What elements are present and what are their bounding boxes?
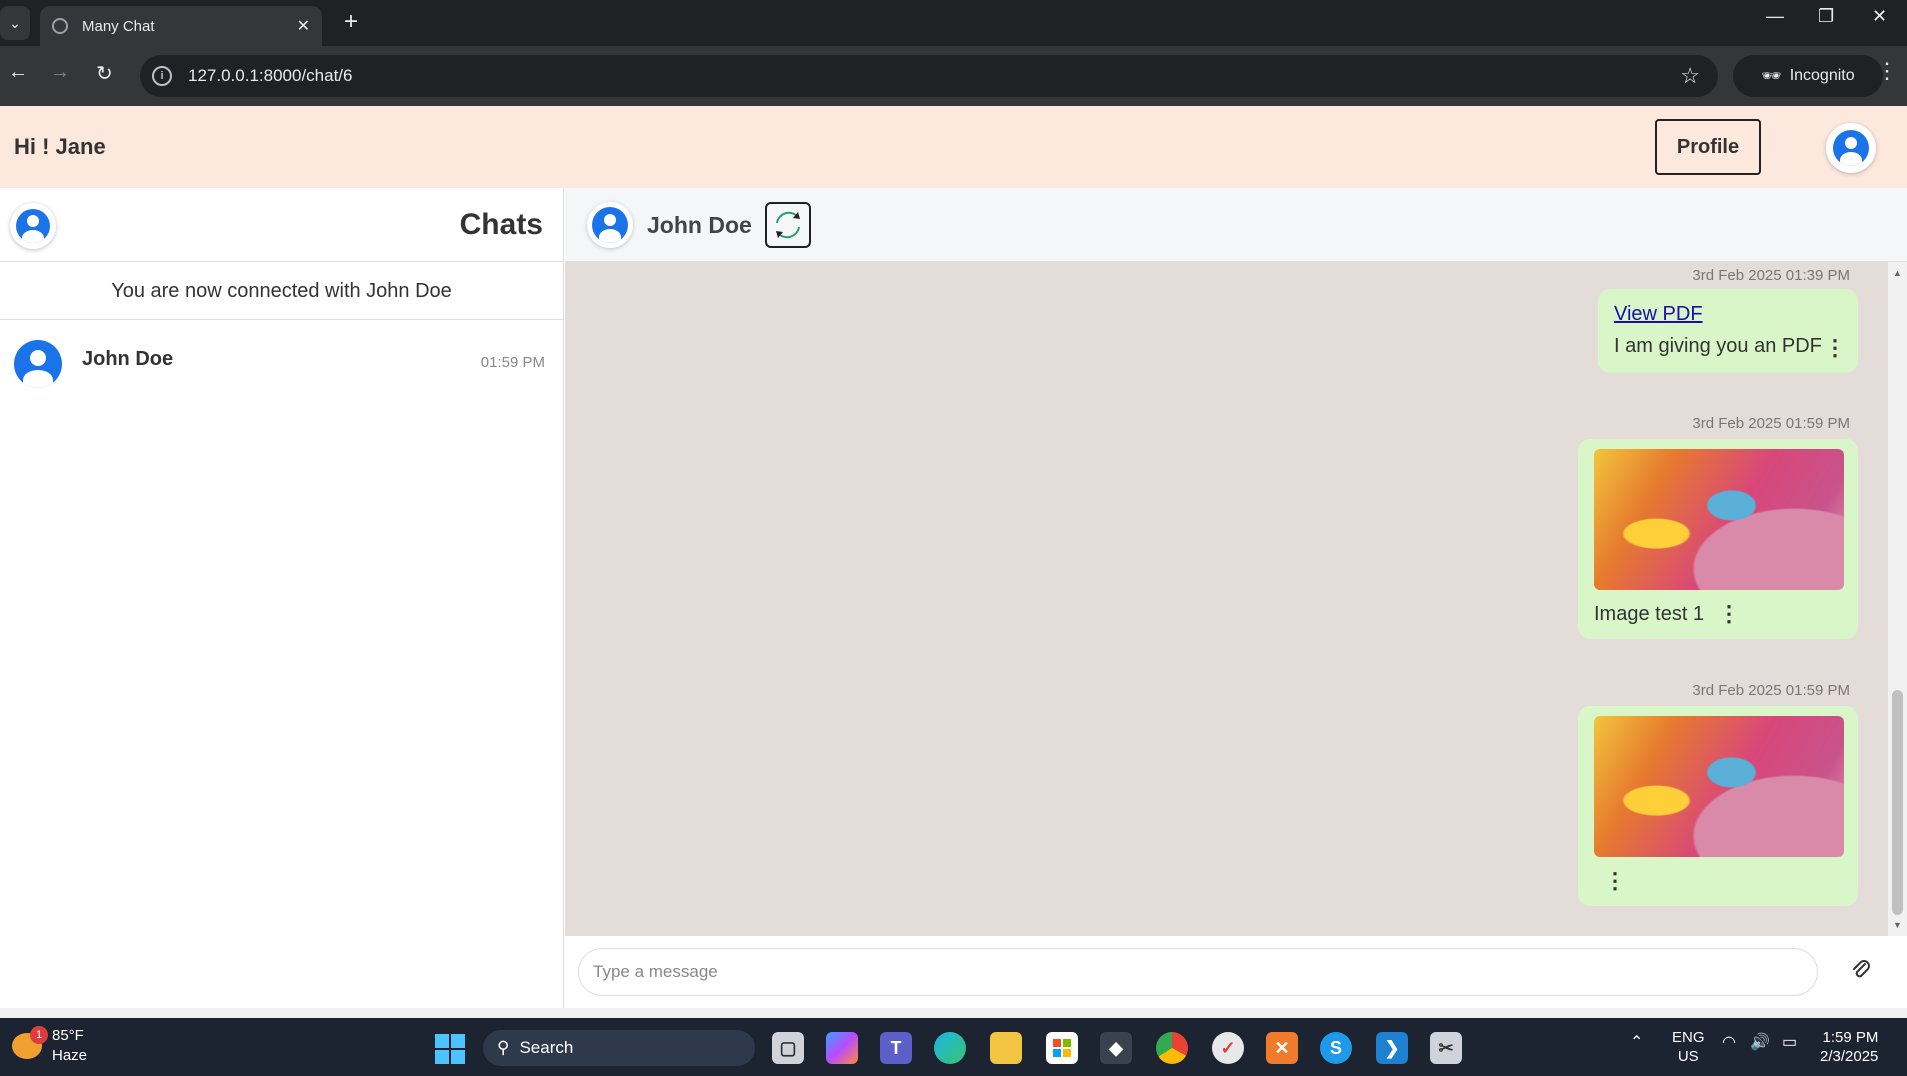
message-timestamp: 3rd Feb 2025 01:39 PM — [1692, 267, 1850, 284]
connected-message: You are now connected with John Doe — [0, 262, 563, 320]
close-tab-icon[interactable]: ✕ — [297, 16, 310, 36]
forward-icon[interactable]: → — [50, 61, 70, 84]
message-timestamp: 3rd Feb 2025 01:59 PM — [1692, 682, 1850, 699]
windows-taskbar: 1 85°F Haze ⚲ Search ▢ T ◆ ✓ ✕ S ❯ ✂ ⌃ E… — [0, 1018, 1907, 1076]
sidebar-avatar-icon — [16, 209, 50, 243]
todo-check-icon[interactable]: ✓ — [1212, 1032, 1244, 1064]
url-text[interactable]: 127.0.0.1:8000/chat/6 — [188, 66, 1680, 86]
browser-menu-icon[interactable]: ⋮ — [1876, 58, 1898, 84]
weather-temp[interactable]: 85°F — [52, 1027, 84, 1044]
snipping-tool-icon[interactable]: ✂ — [1430, 1032, 1462, 1064]
file-explorer-icon[interactable] — [990, 1032, 1022, 1064]
chat-header: John Doe — [565, 188, 1907, 262]
paperclip-icon[interactable] — [1851, 958, 1871, 986]
edge-icon[interactable] — [934, 1032, 966, 1064]
user-avatar-icon — [1833, 130, 1869, 166]
reload-icon[interactable]: ↻ — [96, 61, 113, 86]
incognito-label: Incognito — [1789, 67, 1855, 84]
refresh-button[interactable] — [765, 202, 811, 248]
close-window-icon[interactable]: ✕ — [1872, 6, 1887, 27]
wifi-icon[interactable]: ◠ — [1722, 1032, 1736, 1052]
browser-toolbar: ← → ↻ i 127.0.0.1:8000/chat/6 ☆ 🕶 Incogn… — [0, 46, 1907, 106]
task-view-icon[interactable]: ▢ — [772, 1032, 804, 1064]
browser-tab-bar: ⌄ Many Chat ✕ + — ❐ ✕ — [0, 0, 1907, 46]
message-bubble-image: Image test 1 ⋮ — [1578, 439, 1858, 639]
chameleon-image[interactable] — [1594, 716, 1844, 857]
message-text: I am giving you an PDF — [1614, 335, 1822, 357]
page-bottom-strip — [0, 1008, 1907, 1018]
weather-desc[interactable]: Haze — [52, 1047, 87, 1064]
view-pdf-link[interactable]: View PDF — [1614, 303, 1703, 326]
copilot-icon[interactable] — [826, 1032, 858, 1064]
skype-icon[interactable]: S — [1320, 1032, 1352, 1064]
weather-badge: 1 — [30, 1026, 48, 1044]
refresh-icon — [776, 211, 800, 239]
vscode-icon[interactable]: ❯ — [1376, 1032, 1408, 1064]
message-options-icon[interactable]: ⋮ — [1824, 337, 1846, 359]
scroll-up-icon[interactable]: ▲ — [1893, 268, 1902, 278]
message-bubble-pdf: View PDF I am giving you an PDF ⋮ — [1598, 289, 1858, 373]
message-options-icon[interactable]: ⋮ — [1718, 603, 1740, 625]
chat-list-item[interactable]: John Doe 01:59 PM — [0, 320, 563, 404]
site-info-icon[interactable]: i — [152, 66, 172, 86]
search-icon: ⚲ — [497, 1038, 510, 1057]
incognito-badge[interactable]: 🕶 Incognito — [1733, 55, 1883, 97]
greeting: Hi ! Jane — [14, 134, 106, 159]
message-bubble-image: ⋮ — [1578, 706, 1858, 906]
chrome-icon[interactable] — [1156, 1032, 1188, 1064]
message-timestamp: 3rd Feb 2025 01:59 PM — [1692, 415, 1850, 432]
chameleon-image[interactable] — [1594, 449, 1844, 590]
language-indicator[interactable]: ENG US — [1672, 1028, 1705, 1066]
clock-time: 1:59 PM — [1822, 1029, 1879, 1046]
message-options-icon[interactable]: ⋮ — [1604, 870, 1626, 892]
profile-button[interactable]: Profile — [1655, 119, 1761, 175]
lang-bottom: US — [1677, 1048, 1699, 1065]
message-scrollbar[interactable]: ▲ ▼ — [1888, 262, 1907, 936]
volume-icon[interactable]: 🔊 — [1750, 1032, 1770, 1052]
tab-search-icon[interactable]: ⌄ — [0, 6, 30, 40]
contact-header-avatar-icon — [592, 207, 628, 243]
sidebar-header: Chats — [0, 188, 563, 262]
xampp-icon[interactable]: ✕ — [1266, 1032, 1298, 1064]
back-icon[interactable]: ← — [8, 61, 28, 84]
scroll-down-icon[interactable]: ▼ — [1893, 920, 1902, 930]
chat-contact-title: John Doe — [647, 212, 752, 238]
sidebar-avatar[interactable] — [10, 203, 56, 249]
search-label: Search — [519, 1038, 574, 1057]
lang-top: ENG — [1672, 1029, 1705, 1046]
teams-icon[interactable]: T — [880, 1032, 912, 1064]
tray-chevron-icon[interactable]: ⌃ — [1630, 1032, 1643, 1052]
browser-tab[interactable]: Many Chat ✕ — [40, 6, 322, 46]
app-icon[interactable]: ◆ — [1100, 1032, 1132, 1064]
message-area[interactable]: 3rd Feb 2025 01:39 PM View PDF I am givi… — [565, 262, 1888, 936]
system-clock[interactable]: 1:59 PM 2/3/2025 — [1820, 1028, 1878, 1066]
tab-title: Many Chat — [82, 17, 155, 35]
minimize-icon[interactable]: — — [1766, 6, 1784, 27]
windows-start-icon[interactable] — [435, 1034, 465, 1064]
user-avatar[interactable] — [1826, 123, 1876, 173]
clock-date: 2/3/2025 — [1820, 1048, 1879, 1065]
message-input-bar — [565, 936, 1907, 1008]
restore-icon[interactable]: ❐ — [1818, 6, 1834, 27]
incognito-icon: 🕶 — [1761, 68, 1782, 85]
chat-sidebar: Chats You are now connected with John Do… — [0, 188, 564, 1008]
app-header: Hi ! Jane Profile — [0, 106, 1907, 188]
contact-avatar-icon — [14, 340, 62, 388]
taskbar-search[interactable]: ⚲ Search — [483, 1030, 755, 1066]
chat-contact-name: John Doe — [82, 348, 174, 370]
contact-header-avatar — [587, 202, 633, 248]
bookmark-star-icon[interactable]: ☆ — [1680, 63, 1700, 89]
message-text: Image test 1 — [1594, 603, 1705, 625]
battery-icon[interactable]: ▭ — [1782, 1032, 1797, 1052]
chats-title: Chats — [459, 208, 543, 241]
scroll-thumb[interactable] — [1892, 690, 1903, 915]
globe-icon — [52, 18, 68, 34]
store-icon[interactable] — [1046, 1032, 1078, 1064]
address-bar[interactable]: i 127.0.0.1:8000/chat/6 ☆ — [140, 55, 1718, 97]
chat-time: 01:59 PM — [480, 354, 545, 371]
message-input[interactable] — [578, 948, 1818, 996]
new-tab-icon[interactable]: + — [344, 8, 358, 36]
